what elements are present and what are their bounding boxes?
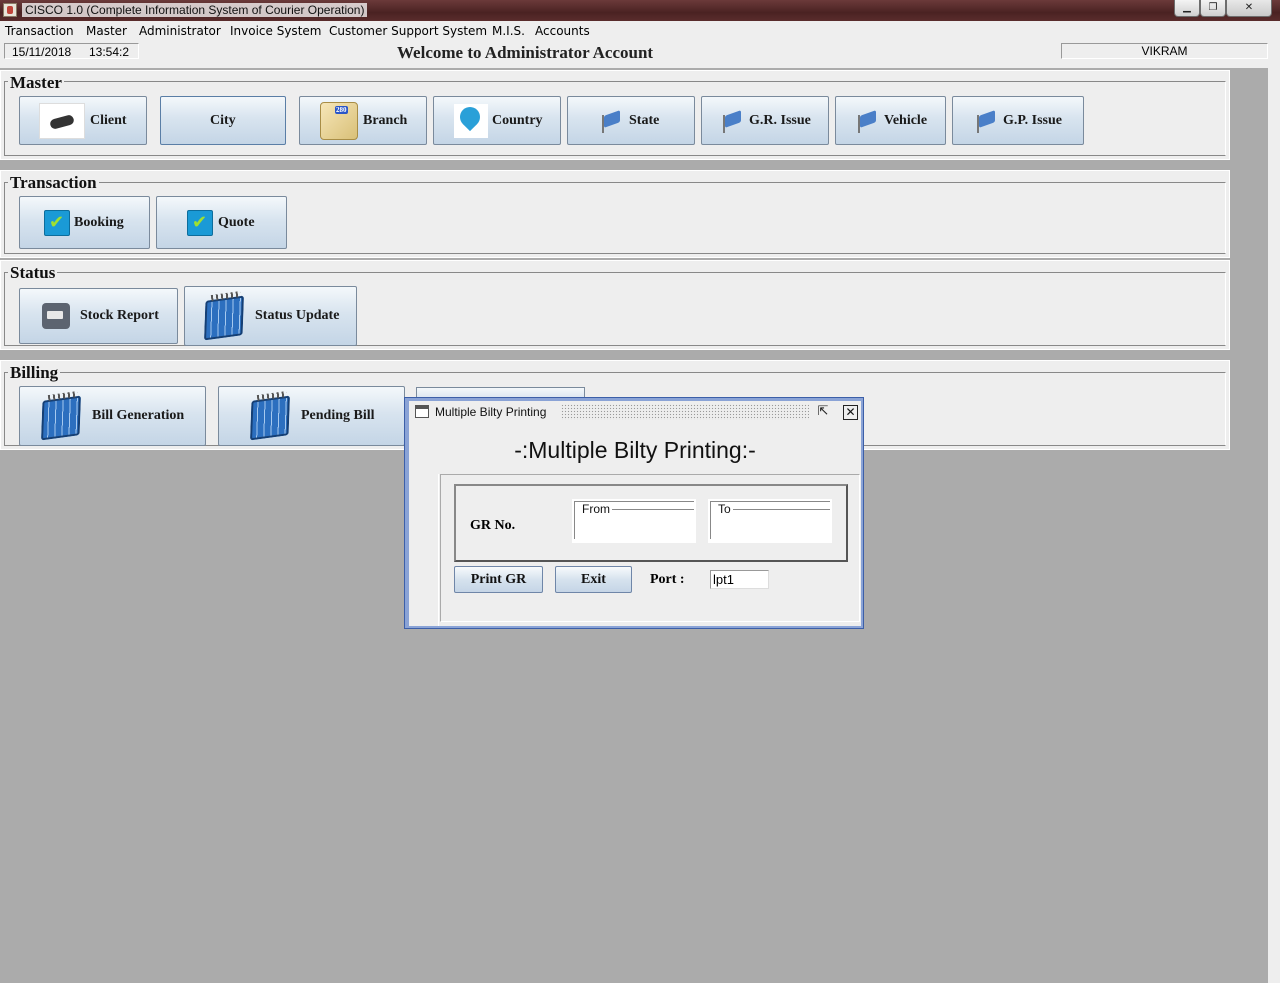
branch-button[interactable]: Branch xyxy=(299,96,427,145)
bill-generation-button[interactable]: Bill Generation xyxy=(19,386,206,446)
calendar-icon xyxy=(201,292,247,340)
right-edge-strip xyxy=(1268,21,1280,983)
country-label: Country xyxy=(492,112,543,128)
gr-range-panel: GR No. From To xyxy=(454,484,848,562)
window-icon xyxy=(415,405,429,418)
calendar-icon xyxy=(247,392,293,440)
handshake-icon xyxy=(39,102,85,139)
menu-accounts[interactable]: Accounts xyxy=(535,24,590,38)
booking-label: Booking xyxy=(74,214,124,230)
minimize-button[interactable]: ▁ xyxy=(1174,0,1200,17)
status-update-button[interactable]: Status Update xyxy=(184,286,357,346)
date-text: 15/11/2018 xyxy=(12,45,72,59)
stock-report-label: Stock Report xyxy=(80,308,159,323)
from-field[interactable]: From xyxy=(572,499,696,543)
from-label: From xyxy=(580,502,612,516)
calendar-icon xyxy=(38,392,84,440)
header-strip: 15/11/2018 13:54:2 Welcome to Administra… xyxy=(0,42,1268,68)
flag-icon xyxy=(854,109,882,133)
java-app-icon xyxy=(3,3,17,17)
checkbox-icon xyxy=(187,209,213,236)
city-label: City xyxy=(210,112,236,128)
gr-issue-button[interactable]: G.R. Issue xyxy=(701,96,829,145)
port-label: Port : xyxy=(650,572,685,587)
dialog-inner-panel: GR No. From To Print GR Exit Port : lpt1 xyxy=(440,474,860,622)
gr-no-label: GR No. xyxy=(470,518,516,533)
title-bar: CISCO 1.0 (Complete Information System o… xyxy=(0,0,1280,21)
maximize-button[interactable]: ❐ xyxy=(1200,0,1226,17)
gp-issue-label: G.P. Issue xyxy=(1003,112,1063,128)
dialog-close-button[interactable]: ✕ xyxy=(843,405,858,420)
to-field-frame: To xyxy=(710,501,830,539)
to-field[interactable]: To xyxy=(708,499,832,543)
city-button[interactable]: City xyxy=(160,96,286,145)
transaction-title: Transaction xyxy=(8,173,99,193)
checkbox-icon xyxy=(44,209,70,236)
country-button[interactable]: Country xyxy=(433,96,561,145)
flag-icon xyxy=(973,109,1001,133)
client-label: Client xyxy=(90,112,127,128)
pending-bill-label: Pending Bill xyxy=(301,408,375,423)
dialog-title-bar[interactable]: Multiple Bilty Printing ⇱ ✕ xyxy=(409,401,861,423)
exit-button[interactable]: Exit xyxy=(555,566,632,593)
time-text: 13:54:2 xyxy=(89,45,130,59)
gp-issue-button[interactable]: G.P. Issue xyxy=(952,96,1084,145)
menu-transaction[interactable]: Transaction xyxy=(5,24,74,38)
truck-icon xyxy=(42,303,70,329)
stock-report-button[interactable]: Stock Report xyxy=(19,288,178,344)
master-panel: Master Client City Branch Country State … xyxy=(0,70,1230,160)
menu-master[interactable]: Master xyxy=(86,24,127,38)
dialog-title: Multiple Bilty Printing xyxy=(435,405,547,419)
dialog-heading: -:Multiple Bilty Printing:- xyxy=(514,437,756,463)
user-name-display: VIKRAM xyxy=(1061,43,1268,59)
client-button[interactable]: Client xyxy=(19,96,147,145)
state-label: State xyxy=(629,112,660,128)
print-gr-button[interactable]: Print GR xyxy=(454,566,543,593)
flag-icon xyxy=(719,109,747,133)
status-update-label: Status Update xyxy=(255,308,340,323)
menu-administrator[interactable]: Administrator xyxy=(139,24,221,38)
state-button[interactable]: State xyxy=(567,96,695,145)
port-input[interactable]: lpt1 xyxy=(710,570,769,589)
map-icon xyxy=(320,101,358,140)
date-time-display: 15/11/2018 13:54:2 xyxy=(4,43,139,59)
title-grip xyxy=(561,404,809,420)
to-field-rule xyxy=(717,509,830,510)
status-title: Status xyxy=(8,263,58,283)
gr-issue-label: G.R. Issue xyxy=(749,112,811,128)
transaction-panel: Transaction Booking Quote xyxy=(0,170,1230,258)
menu-invoice-system[interactable]: Invoice System xyxy=(230,24,321,38)
restore-icon[interactable]: ⇱ xyxy=(815,404,831,420)
location-pin-icon xyxy=(454,103,488,138)
vehicle-label: Vehicle xyxy=(884,112,928,128)
billing-title: Billing xyxy=(8,363,61,383)
menu-mis[interactable]: M.I.S. xyxy=(492,24,525,38)
vehicle-button[interactable]: Vehicle xyxy=(835,96,946,145)
pending-bill-button[interactable]: Pending Bill xyxy=(218,386,405,446)
multiple-bilty-printing-dialog: Multiple Bilty Printing ⇱ ✕ -:Multiple B… xyxy=(404,397,864,629)
menu-customer-support-system[interactable]: Customer Support System xyxy=(329,24,487,38)
close-button[interactable]: ✕ xyxy=(1226,0,1272,17)
menu-bar: Transaction Master Administrator Invoice… xyxy=(0,21,1268,42)
welcome-text: Welcome to Administrator Account xyxy=(397,43,654,62)
booking-button[interactable]: Booking xyxy=(19,196,150,249)
master-title: Master xyxy=(8,73,64,93)
to-label: To xyxy=(716,502,733,516)
flag-icon xyxy=(598,109,626,133)
bill-generation-label: Bill Generation xyxy=(92,408,185,423)
window-title: CISCO 1.0 (Complete Information System o… xyxy=(22,3,368,17)
from-field-frame: From xyxy=(574,501,694,539)
dialog-left-bar xyxy=(409,474,439,626)
status-panel: Status Stock Report Status Update xyxy=(0,260,1230,350)
dialog-body: -:Multiple Bilty Printing:- GR No. From … xyxy=(409,423,861,626)
branch-label: Branch xyxy=(363,112,408,128)
quote-button[interactable]: Quote xyxy=(156,196,287,249)
quote-label: Quote xyxy=(218,214,255,230)
